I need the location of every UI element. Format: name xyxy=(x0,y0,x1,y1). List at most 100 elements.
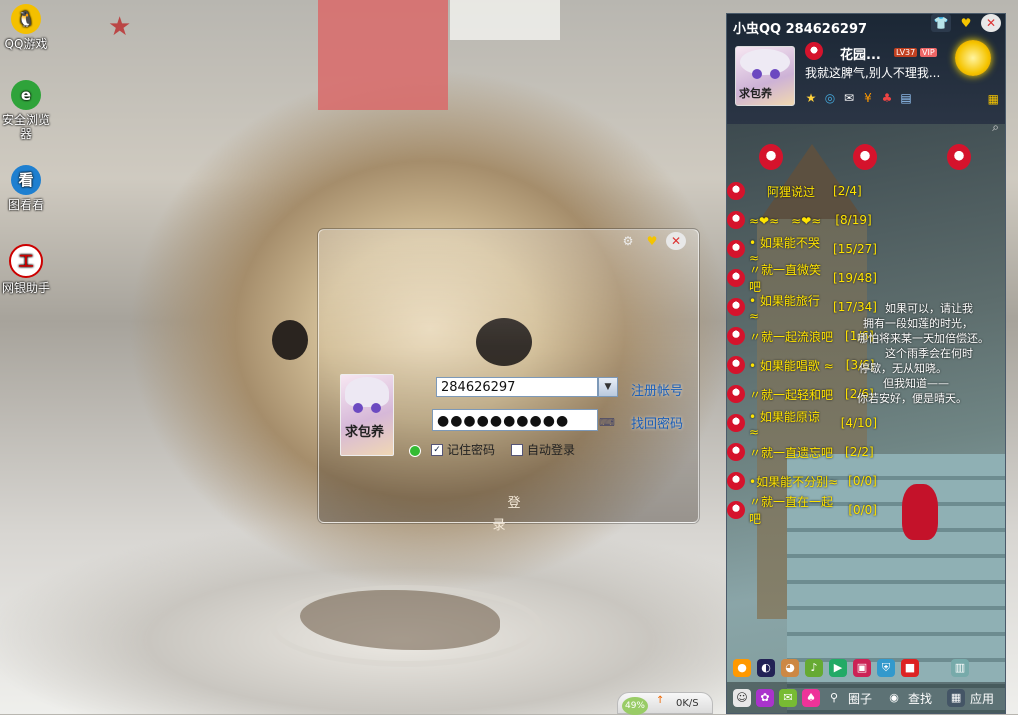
pet-icon[interactable]: ♣ xyxy=(879,90,895,106)
qzone-icon[interactable]: ◎ xyxy=(822,90,838,106)
notes-icon[interactable]: ▤ xyxy=(898,90,914,106)
avatar-hair xyxy=(740,49,790,75)
music-app-icon[interactable]: ♪ xyxy=(805,659,823,677)
desktop-icon-label: 图看看 xyxy=(7,198,44,212)
calendar-app-icon[interactable]: ▣ xyxy=(853,659,871,677)
find-icon[interactable]: ◉ xyxy=(885,689,903,707)
user-avatar[interactable]: 求包养 xyxy=(735,46,795,106)
circle-button[interactable]: 圈子 xyxy=(848,690,872,707)
poem-line: 拥有一段如莲的时光， xyxy=(863,317,973,330)
wallpaper-dog-eye-left xyxy=(272,320,308,360)
friend-group[interactable]: 〃就一直在一起吧 [0/0] xyxy=(727,495,877,526)
fox-decoration xyxy=(759,144,783,170)
mailbox-app-icon[interactable]: ■ xyxy=(901,659,919,677)
circle-icon[interactable]: ⚲ xyxy=(825,689,843,707)
desktop-icon-label: 安全浏览器 xyxy=(1,113,50,141)
friend-group[interactable]: 〃就一直遗忘吧 [2/2] xyxy=(727,441,877,463)
nickname: 花园... xyxy=(840,48,881,63)
poem-line: 这个雨季会在何时 xyxy=(885,347,973,360)
skin-shirt-icon[interactable]: 👕 xyxy=(931,14,951,32)
qq-game-app-icon[interactable]: ● xyxy=(733,659,751,677)
fox-group-icon xyxy=(727,182,745,200)
signature[interactable]: 我就这脾气,别人不理我... xyxy=(805,64,940,81)
qq-penguin-app-icon[interactable]: ◐ xyxy=(757,659,775,677)
fox-group-icon xyxy=(727,240,745,258)
system-settings-icon[interactable]: ✿ xyxy=(756,689,774,707)
weather-sun-icon[interactable] xyxy=(955,40,991,76)
username-input[interactable]: 284626297 xyxy=(436,377,598,397)
group-name: ≈❤≈ ≈❤≈ xyxy=(749,213,822,228)
group-name: 〃就一直在一起吧 xyxy=(749,495,834,526)
vip-badge[interactable]: VIP xyxy=(920,48,937,57)
login-avatar[interactable]: 求包养 xyxy=(340,374,394,456)
desktop-icon-image-viewer[interactable]: 看 图看看 xyxy=(0,165,52,212)
panel-titlebar-buttons: 👕 ♥ ✕ xyxy=(931,14,1001,32)
soft-keyboard-icon[interactable]: ⌨ xyxy=(599,416,615,429)
mail-icon[interactable]: ✉ xyxy=(841,90,857,106)
wallet-icon[interactable]: ¥ xyxy=(860,90,876,106)
avatar-text: 求包养 xyxy=(739,87,772,100)
username-dropdown-arrow-icon[interactable]: ▼ xyxy=(598,377,618,397)
group-count: [15/27] xyxy=(833,242,877,256)
friend-group[interactable]: • 如果能原谅 ≈ [4/10] xyxy=(727,410,877,439)
fox-decorations xyxy=(757,144,997,174)
star-icon[interactable]: ★ xyxy=(803,90,819,106)
online-status-fox-icon[interactable] xyxy=(805,42,823,60)
main-menu-icon[interactable]: ☺ xyxy=(733,689,751,707)
upload-arrow-icon: ↑ xyxy=(656,695,665,706)
desktop-icon-bank-helper[interactable]: 工 网银助手 xyxy=(0,244,52,295)
menu-grid-icon[interactable]: ▥ xyxy=(951,659,969,677)
friend-group[interactable]: • 如果能不哭 ≈ [15/27] xyxy=(727,236,877,265)
app-shortcut-bar: ● ◐ ◕ ♪ ▶ ▣ ⛨ ■ ▥ xyxy=(727,654,1005,682)
friend-group[interactable]: •如果能不分别≈ [0/0] xyxy=(727,470,877,492)
qq-login-dialog: ⚙ ♥ ✕ 求包养 284626297 ▼ ●●●●●●●●●● ⌨ 注册帐号 … xyxy=(318,229,699,533)
friend-group[interactable]: 〃就一直微笑吧 [19/48] xyxy=(727,263,877,294)
checkbox-unchecked-icon xyxy=(511,443,523,456)
pet-app-icon[interactable]: ◕ xyxy=(781,659,799,677)
checkbox-checked-icon: ✓ xyxy=(431,443,443,456)
fox-group-icon xyxy=(727,501,745,519)
fox-group-icon xyxy=(727,385,745,403)
desktop-icon-browser[interactable]: e 安全浏览器 xyxy=(0,80,52,141)
close-icon[interactable]: ✕ xyxy=(981,14,1001,32)
desktop-icon-qq-game[interactable]: 🐧 QQ游戏 xyxy=(0,4,52,51)
net-speed: 0K/S xyxy=(676,698,699,709)
settings-gear-icon[interactable]: ⚙ xyxy=(618,232,638,250)
video-app-icon[interactable]: ▶ xyxy=(829,659,847,677)
apps-icon[interactable]: ▦ xyxy=(947,689,966,707)
fox-group-icon xyxy=(727,443,745,461)
friend-group[interactable]: 阿狸说过 [2/4] xyxy=(727,180,877,202)
app-manager-icon[interactable]: ▦ xyxy=(988,92,999,106)
wallpaper-window xyxy=(450,0,560,40)
group-count: [4/10] xyxy=(840,416,877,430)
wallpaper-red-board: ★ xyxy=(108,0,448,110)
image-viewer-icon: 看 xyxy=(11,165,41,195)
level-badge[interactable]: LV37 xyxy=(894,48,918,57)
recover-password-link[interactable]: 找回密码 xyxy=(631,413,683,432)
fox-group-icon xyxy=(727,298,745,316)
poem-line: 如果可以，请让我 xyxy=(885,302,973,315)
fox-group-icon xyxy=(727,211,745,229)
find-button[interactable]: 查找 xyxy=(908,690,932,707)
network-speed-widget[interactable]: 49% ↑ 0K/S xyxy=(617,692,713,715)
password-input[interactable]: ●●●●●●●●●● xyxy=(432,409,598,431)
friend-group[interactable]: ≈❤≈ ≈❤≈ [8/19] xyxy=(727,209,877,231)
minimize-heart-icon[interactable]: ♥ xyxy=(642,232,662,250)
remember-password-checkbox[interactable]: ✓ 记住密码 xyxy=(431,441,495,458)
group-name: • 如果能唱歌 ≈ xyxy=(749,358,834,373)
fox-group-icon xyxy=(727,327,745,345)
login-button[interactable]: 登 录 xyxy=(469,493,559,533)
apps-button[interactable]: 应用 xyxy=(970,690,994,707)
message-manager-icon[interactable]: ✉ xyxy=(779,689,797,707)
security-shield-icon[interactable]: ⛨ xyxy=(877,659,895,677)
minimize-heart-icon[interactable]: ♥ xyxy=(953,14,979,32)
online-status-icon[interactable] xyxy=(409,445,421,457)
auto-login-checkbox[interactable]: 自动登录 xyxy=(511,441,575,458)
group-name: • 如果能原谅 ≈ xyxy=(749,409,820,439)
shopping-icon[interactable]: ♠ xyxy=(802,689,820,707)
close-icon[interactable]: ✕ xyxy=(666,232,686,250)
fox-decoration xyxy=(853,144,877,170)
register-account-link[interactable]: 注册帐号 xyxy=(631,380,683,399)
search-icon[interactable]: ⌕ xyxy=(992,120,999,135)
qq-main-panel: 小虫QQ 284626297 👕 ♥ ✕ 求包养 花园... LV37 VIP … xyxy=(726,13,1006,714)
